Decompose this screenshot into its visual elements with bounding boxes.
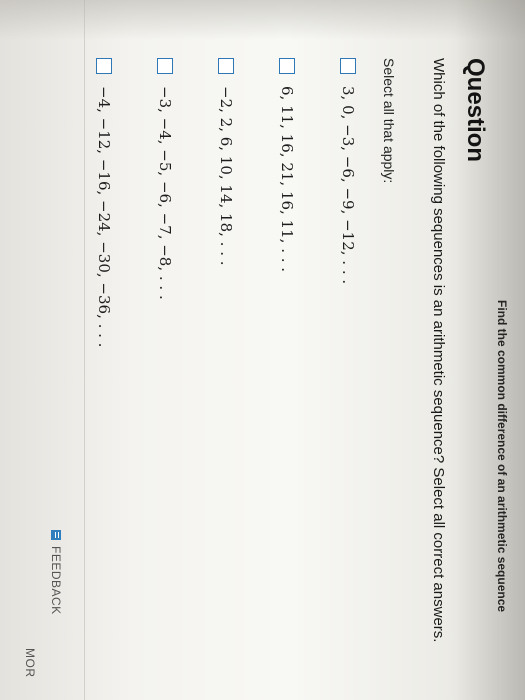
answer-option-label: −3, −4, −5, −6, −7, −8, . . .: [156, 86, 174, 300]
checkbox[interactable]: [96, 58, 112, 74]
answer-option-label: 3, 0, −3, −6, −9, −12, . . .: [339, 86, 357, 285]
feedback-icon: [51, 530, 61, 540]
answer-option[interactable]: 6, 11, 16, 21, 16, 11, . . .: [274, 58, 300, 347]
answer-options: 3, 0, −3, −6, −9, −12, . . . 6, 11, 16, …: [56, 58, 361, 347]
answer-option[interactable]: −3, −4, −5, −6, −7, −8, . . .: [152, 58, 178, 347]
checkbox[interactable]: [218, 58, 234, 74]
question-page: Find the common difference of an arithme…: [0, 0, 525, 700]
feedback-button[interactable]: FEEDBACK: [49, 530, 63, 615]
answer-option-label: −2, 2, 6, 10, 14, 18, . . .: [217, 86, 235, 266]
checkbox[interactable]: [340, 58, 356, 74]
assignment-subtitle: Find the common difference of an arithme…: [495, 300, 509, 613]
answer-option-label: 6, 11, 16, 21, 16, 11, . . .: [278, 86, 296, 273]
feedback-label: FEEDBACK: [49, 546, 63, 615]
select-all-label: Select all that apply:: [381, 58, 397, 184]
answer-option[interactable]: −4, −12, −16, −24, −30, −36, . . .: [91, 58, 117, 347]
answer-option[interactable]: 3, 0, −3, −6, −9, −12, . . .: [335, 58, 361, 347]
photo-background: Find the common difference of an arithme…: [0, 0, 525, 700]
question-title: Question: [462, 58, 489, 163]
divider: [84, 0, 85, 700]
more-button[interactable]: MOR: [23, 648, 37, 678]
question-prompt: Which of the following sequences is an a…: [430, 58, 447, 643]
checkbox[interactable]: [279, 58, 295, 74]
checkbox[interactable]: [157, 58, 173, 74]
answer-option[interactable]: −2, 2, 6, 10, 14, 18, . . .: [213, 58, 239, 347]
answer-option-label: −4, −12, −16, −24, −30, −36, . . .: [95, 86, 113, 348]
